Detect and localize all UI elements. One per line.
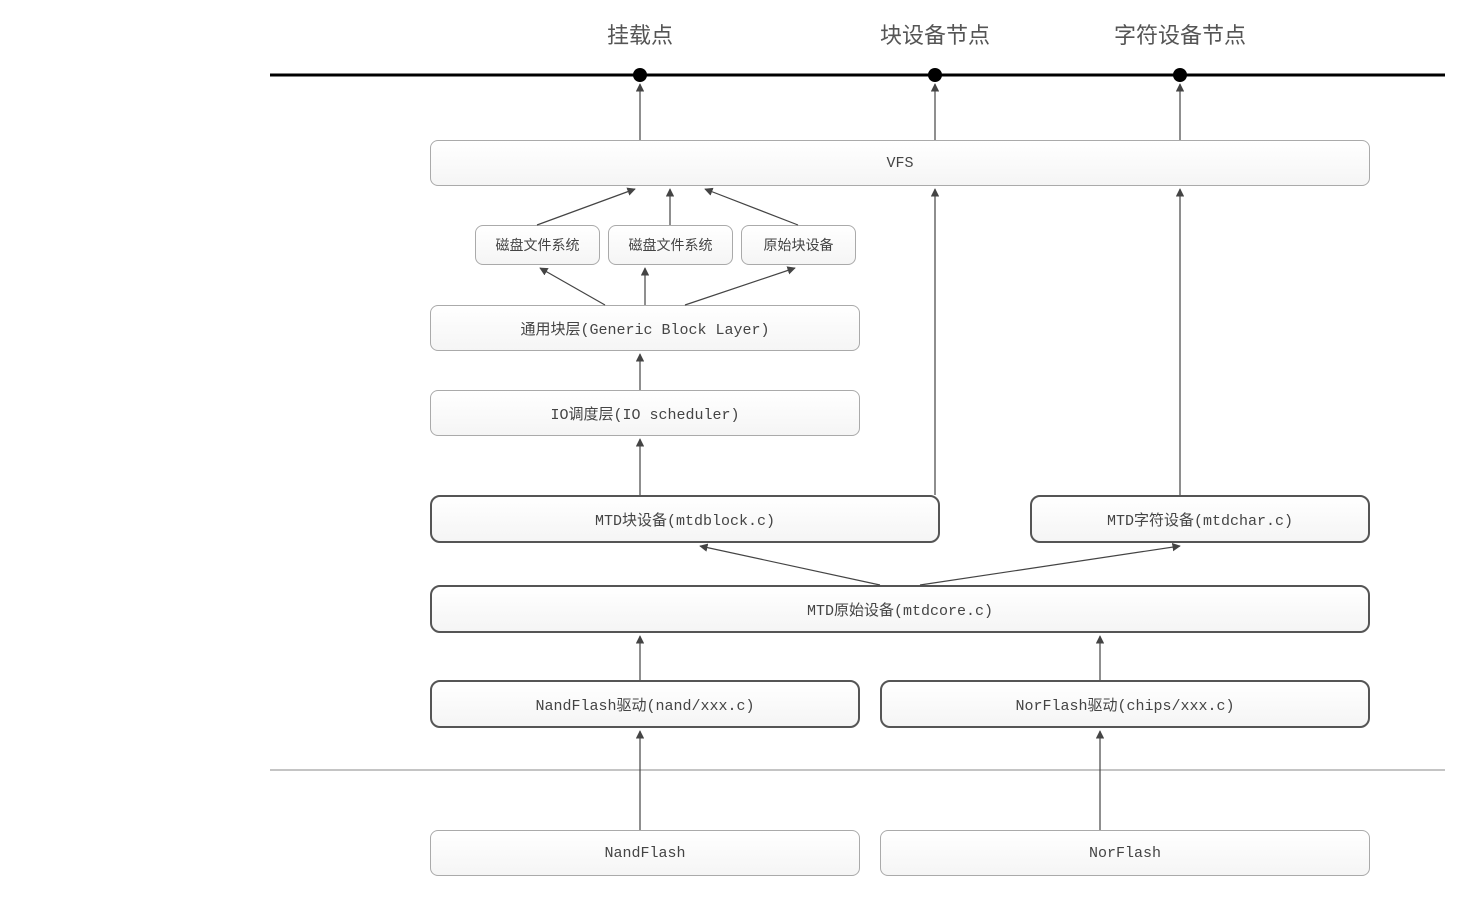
box-raw-block-dev: 原始块设备 <box>741 225 856 265</box>
label-block-dev-node: 块设备节点 <box>880 18 990 50</box>
box-io-scheduler: IO调度层(IO scheduler) <box>430 390 860 436</box>
box-generic-block-layer: 通用块层(Generic Block Layer) <box>430 305 860 351</box>
connector-layer <box>0 0 1457 924</box>
box-mtd-char: MTD字符设备(mtdchar.c) <box>1030 495 1370 543</box>
box-disk-fs-1: 磁盘文件系统 <box>475 225 600 265</box>
box-nor-driver: NorFlash驱动(chips/xxx.c) <box>880 680 1370 728</box>
diagram-canvas: 挂载点 块设备节点 字符设备节点 VFS 磁盘文件系统 磁盘文件系统 原始块设备… <box>0 0 1457 924</box>
box-mtd-block: MTD块设备(mtdblock.c) <box>430 495 940 543</box>
box-nor-flash: NorFlash <box>880 830 1370 876</box>
box-disk-fs-2: 磁盘文件系统 <box>608 225 733 265</box>
label-mount-point: 挂载点 <box>607 18 673 50</box>
box-nand-driver: NandFlash驱动(nand/xxx.c) <box>430 680 860 728</box>
label-char-dev-node: 字符设备节点 <box>1114 18 1246 50</box>
box-mtd-core: MTD原始设备(mtdcore.c) <box>430 585 1370 633</box>
box-vfs: VFS <box>430 140 1370 186</box>
box-nand-flash: NandFlash <box>430 830 860 876</box>
